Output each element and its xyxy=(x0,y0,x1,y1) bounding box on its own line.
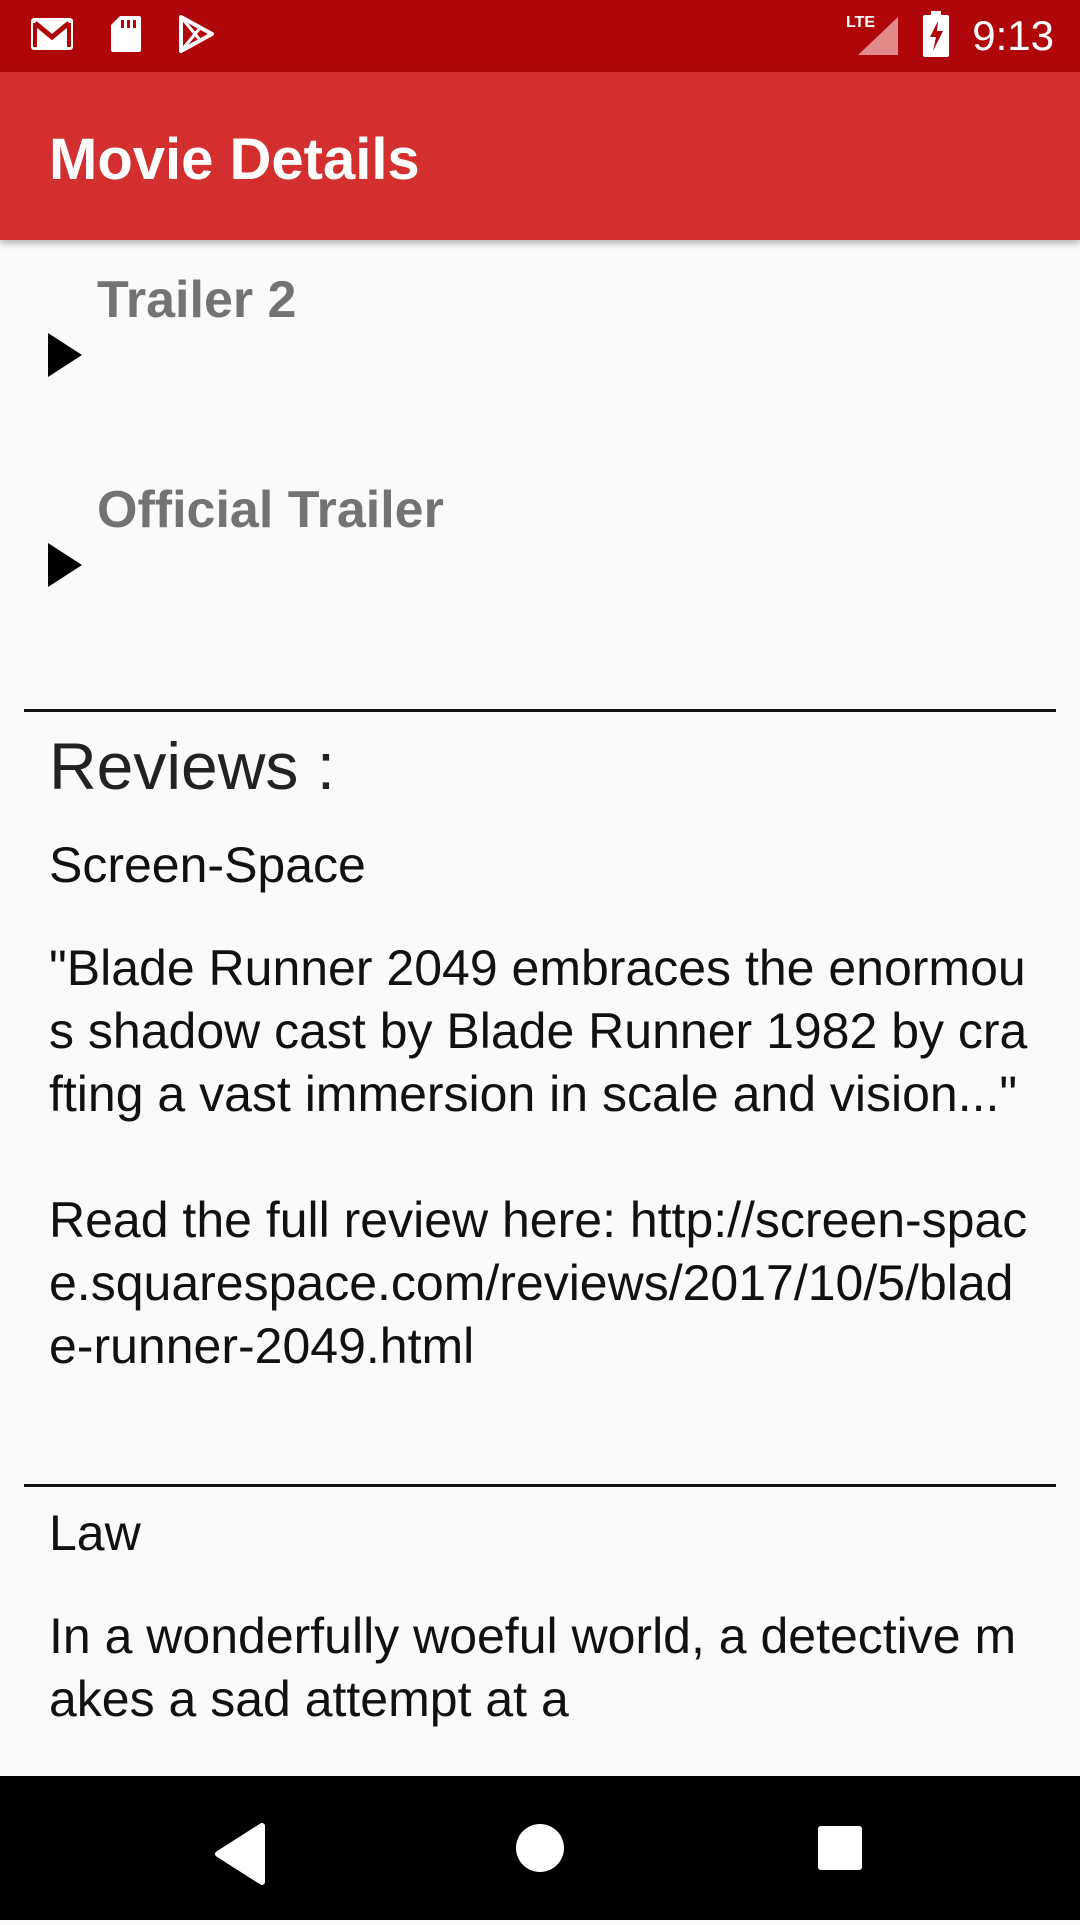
reviews-heading: Reviews : xyxy=(49,729,336,803)
review-author: Law xyxy=(49,1505,141,1561)
trailer-label[interactable]: Trailer 2 xyxy=(97,270,296,330)
play-store-icon xyxy=(178,14,214,58)
play-icon[interactable] xyxy=(48,333,82,377)
home-icon[interactable] xyxy=(468,1776,612,1920)
review-author: Screen-Space xyxy=(49,837,366,893)
recents-button[interactable] xyxy=(768,1776,912,1920)
trailer-item[interactable]: Official Trailer xyxy=(0,480,1080,650)
review-item: Law In a wonderfully woeful world, a det… xyxy=(49,1502,1039,1731)
sd-card-icon xyxy=(110,15,142,58)
home-button[interactable] xyxy=(468,1776,612,1920)
trailer-label[interactable]: Official Trailer xyxy=(97,480,444,540)
back-button[interactable] xyxy=(168,1776,312,1920)
play-icon[interactable] xyxy=(48,543,82,587)
gmail-icon xyxy=(30,17,74,56)
status-notification-icons xyxy=(30,12,214,60)
battery-charging-icon xyxy=(922,10,950,62)
review-item: Screen-Space "Blade Runner 2049 embraces… xyxy=(49,834,1039,1378)
lte-label: LTE xyxy=(846,14,875,31)
status-system-icons: LTE 9:13 xyxy=(844,10,1054,62)
status-time: 9:13 xyxy=(972,12,1054,59)
trailer-item[interactable]: Trailer 2 xyxy=(0,270,1080,440)
back-icon[interactable] xyxy=(168,1776,312,1920)
review-text: In a wonderfully woeful world, a detecti… xyxy=(49,1608,1017,1727)
navigation-bar xyxy=(0,1776,1080,1920)
page-title: Movie Details xyxy=(49,127,420,192)
status-bar: LTE 9:13 xyxy=(0,0,1080,72)
recents-icon[interactable] xyxy=(768,1776,912,1920)
app-bar: Movie Details xyxy=(0,72,1080,240)
lte-signal-icon: LTE xyxy=(844,11,900,62)
divider xyxy=(24,709,1056,712)
movie-details-content[interactable]: Trailer 2 Official Trailer Reviews : Scr… xyxy=(0,240,1080,1776)
divider xyxy=(24,1484,1056,1487)
review-text: "Blade Runner 2049 embraces the enormous… xyxy=(49,940,1028,1374)
